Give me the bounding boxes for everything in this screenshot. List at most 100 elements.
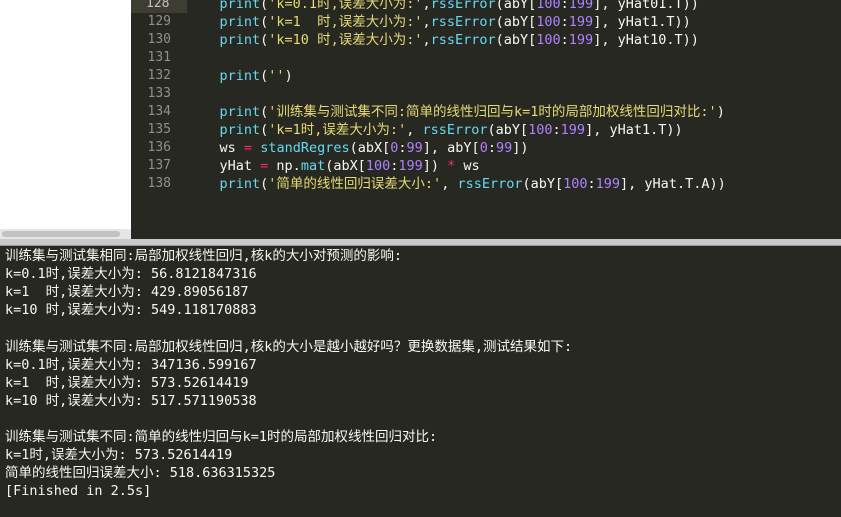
output-line: k=1时,误差大小为: 573.52614419 (5, 447, 233, 464)
code-token: (abX[ (349, 140, 391, 156)
code-token: , (441, 176, 458, 192)
code-token: '' (268, 68, 285, 84)
code-area[interactable]: print('k=0.1时,误差大小为:',rssError(abY[100:1… (187, 0, 841, 239)
output-line: 训练集与测试集不同:简单的线性归回与k=1时的局部加权线性回归对比: (5, 429, 438, 445)
code-token: ]) (422, 158, 448, 174)
code-token: print (219, 104, 261, 120)
code-token: 0 (479, 140, 488, 156)
code-token: '训练集与测试集不同:简单的线性归回与k=1时的局部加权线性回归对比:' (268, 104, 717, 120)
code-token: print (219, 122, 261, 138)
line-number: 129 (147, 14, 171, 29)
code-line[interactable]: print('k=10 时,误差大小为:',rssError(abY[100:1… (187, 31, 699, 49)
code-token: ws (187, 140, 244, 156)
code-token: print (219, 32, 261, 48)
line-number: 137 (147, 158, 171, 173)
code-line[interactable]: print('k=0.1时,误差大小为:',rssError(abY[100:1… (187, 0, 699, 13)
code-token: : (560, 14, 569, 30)
code-token: ) (716, 104, 725, 120)
line-number: 133 (147, 86, 171, 101)
code-token: , (422, 0, 431, 12)
code-token: 199 (568, 0, 594, 12)
code-token: 199 (568, 32, 594, 48)
code-token: rssError (430, 32, 496, 48)
output-line: 训练集与测试集不同:局部加权线性回归,核k的大小是越小越好吗？更换数据集,测试结… (5, 338, 573, 355)
code-token: ]) (512, 140, 529, 156)
code-token: : (560, 0, 569, 12)
code-line[interactable]: print('') (187, 67, 293, 85)
code-token: mat (300, 158, 326, 174)
code-token: ], yHat01.T)) (593, 0, 699, 12)
line-number: 130 (147, 32, 171, 47)
code-token: rssError (422, 122, 488, 138)
code-token: print (219, 176, 261, 192)
code-token: (abY[ (495, 32, 537, 48)
code-token: '简单的线性回归误差大小:' (268, 176, 442, 192)
code-token: rssError (430, 14, 496, 30)
code-token: yHat (187, 158, 261, 174)
code-token: 100 (528, 122, 553, 138)
build-status-line: [Finished in 2.5s] (5, 483, 152, 500)
code-token: ) (284, 68, 293, 84)
code-token: , (406, 122, 423, 138)
code-token: 99 (495, 140, 513, 156)
code-token: (abX[ (325, 158, 366, 174)
code-line[interactable]: ws = standRegres(abX[0:99], abY[0:99]) (187, 139, 529, 157)
code-token: ], yHat.T.A)) (620, 176, 726, 192)
sidebar-panel (0, 0, 131, 239)
output-line: k=1 时,误差大小为: 429.89056187 (5, 284, 249, 301)
line-number: 132 (147, 68, 171, 83)
code-token: ws (455, 158, 480, 174)
sidebar-scrollbar-thumb[interactable] (2, 231, 120, 237)
code-token: 199 (560, 122, 586, 138)
code-token: 100 (536, 32, 561, 48)
code-token: 100 (536, 0, 561, 12)
code-token: print (219, 14, 261, 30)
code-token: 100 (563, 176, 588, 192)
code-line[interactable]: print('简单的线性回归误差大小:', rssError(abY[100:1… (187, 175, 726, 193)
line-number: 138 (147, 176, 171, 191)
code-editor[interactable]: print('k=0.1时,误差大小为:',rssError(abY[100:1… (0, 0, 841, 239)
code-token: : (560, 32, 569, 48)
code-token: ], abY[ (422, 140, 480, 156)
code-token: : (398, 140, 407, 156)
line-number: 131 (147, 50, 171, 65)
code-line[interactable]: yHat = np.mat(abX[100:199]) * ws (187, 157, 480, 175)
output-line: k=0.1时,误差大小为: 347136.599167 (5, 356, 257, 373)
sidebar-scrollbar[interactable] (0, 229, 131, 239)
code-token: 'k=0.1时,误差大小为:' (268, 0, 423, 12)
code-token: rssError (430, 0, 496, 12)
output-line: k=10 时,误差大小为: 517.571190538 (5, 392, 257, 409)
code-token: 100 (365, 158, 391, 174)
code-token: : (487, 140, 496, 156)
code-token: : (587, 176, 596, 192)
code-token: standRegres (260, 140, 350, 156)
code-token: 100 (536, 14, 561, 30)
code-token: print (219, 0, 261, 12)
output-line: 简单的线性回归误差大小: 518.636315325 (5, 465, 276, 482)
code-token: 199 (595, 176, 621, 192)
code-line[interactable]: print('k=1 时,误差大小为:',rssError(abY[100:19… (187, 13, 691, 31)
line-number: 128 (131, 0, 187, 13)
build-output-panel: 训练集与测试集相同:局部加权线性回归,核k的大小对预测的影响: k=0.1时,误差… (0, 246, 841, 517)
line-number: 135 (147, 122, 171, 137)
output-line: k=1 时,误差大小为: 573.52614419 (5, 374, 249, 391)
code-token: 99 (406, 140, 423, 156)
code-line[interactable]: print('训练集与测试集不同:简单的线性归回与k=1时的局部加权线性回归对比… (187, 103, 725, 121)
code-token: np. (268, 158, 301, 174)
output-line: k=0.1时,误差大小为: 56.8121847316 (5, 266, 257, 283)
code-token: 199 (568, 14, 594, 30)
output-line: 训练集与测试集相同:局部加权线性回归,核k的大小对预测的影响: (5, 248, 403, 264)
code-token: 'k=1 时,误差大小为:' (268, 14, 423, 30)
code-token: , (422, 32, 431, 48)
line-number: 136 (147, 140, 171, 155)
code-token: 199 (398, 158, 423, 174)
code-line[interactable]: print('k=1时,误差大小为:', rssError(abY[100:19… (187, 121, 683, 139)
code-token: 'k=10 时,误差大小为:' (268, 32, 423, 48)
code-token: (abY[ (495, 14, 537, 30)
